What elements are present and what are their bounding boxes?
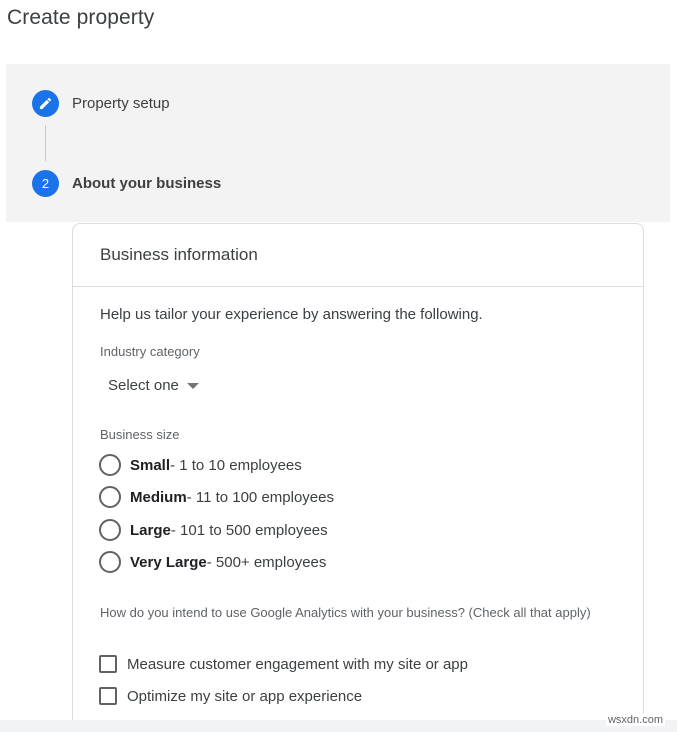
option-detail: - 11 to 100 employees	[186, 488, 334, 506]
pencil-icon	[39, 97, 52, 110]
business-size-option-small[interactable]: Small - 1 to 10 employees	[99, 454, 302, 476]
watermark: wsxdn.com	[605, 714, 665, 726]
stepper: Property setup 2 About your business	[6, 64, 670, 222]
industry-category-select[interactable]: Select one	[108, 377, 199, 394]
option-detail: - 101 to 500 employees	[170, 521, 328, 539]
radio-medium[interactable]	[99, 486, 121, 508]
card-title: Business information	[73, 224, 643, 287]
usage-option-engagement[interactable]: Measure customer engagement with my site…	[99, 655, 468, 673]
checkbox-optimize[interactable]	[99, 687, 117, 705]
option-name: Medium	[130, 488, 187, 506]
step-1-circle	[32, 90, 59, 117]
usage-option-optimize[interactable]: Optimize my site or app experience	[99, 687, 362, 705]
radio-small[interactable]	[99, 454, 121, 476]
option-detail: - 500+ employees	[206, 553, 327, 571]
intro-text: Help us tailor your experience by answer…	[100, 306, 483, 323]
option-name: Very Large	[130, 553, 207, 571]
step-property-setup[interactable]: Property setup	[32, 90, 170, 117]
industry-category-label: Industry category	[100, 344, 200, 359]
business-size-label: Business size	[100, 427, 180, 442]
step-about-business[interactable]: 2 About your business	[32, 170, 221, 197]
step-2-circle: 2	[32, 170, 59, 197]
checkbox-label: Optimize my site or app experience	[127, 687, 363, 705]
business-information-card: Business information Help us tailor your…	[72, 223, 644, 732]
option-name: Large	[130, 521, 171, 539]
checkbox-label: Measure customer engagement with my site…	[127, 655, 468, 673]
radio-very-large[interactable]	[99, 551, 121, 573]
industry-selected-value: Select one	[108, 377, 179, 394]
page-title: Create property	[7, 6, 155, 29]
radio-large[interactable]	[99, 519, 121, 541]
business-size-option-large[interactable]: Large - 101 to 500 employees	[99, 519, 328, 541]
step-2-label: About your business	[72, 175, 222, 192]
checkbox-engagement[interactable]	[99, 655, 117, 673]
step-1-label: Property setup	[72, 95, 170, 112]
step-connector	[45, 125, 46, 161]
option-name: Small	[130, 456, 171, 474]
usage-question: How do you intend to use Google Analytic…	[100, 605, 591, 620]
business-size-option-medium[interactable]: Medium - 11 to 100 employees	[99, 486, 334, 508]
option-detail: - 1 to 10 employees	[170, 456, 302, 474]
business-size-option-very-large[interactable]: Very Large - 500+ employees	[99, 551, 326, 573]
bottom-strip	[0, 720, 677, 732]
caret-down-icon	[186, 382, 199, 389]
